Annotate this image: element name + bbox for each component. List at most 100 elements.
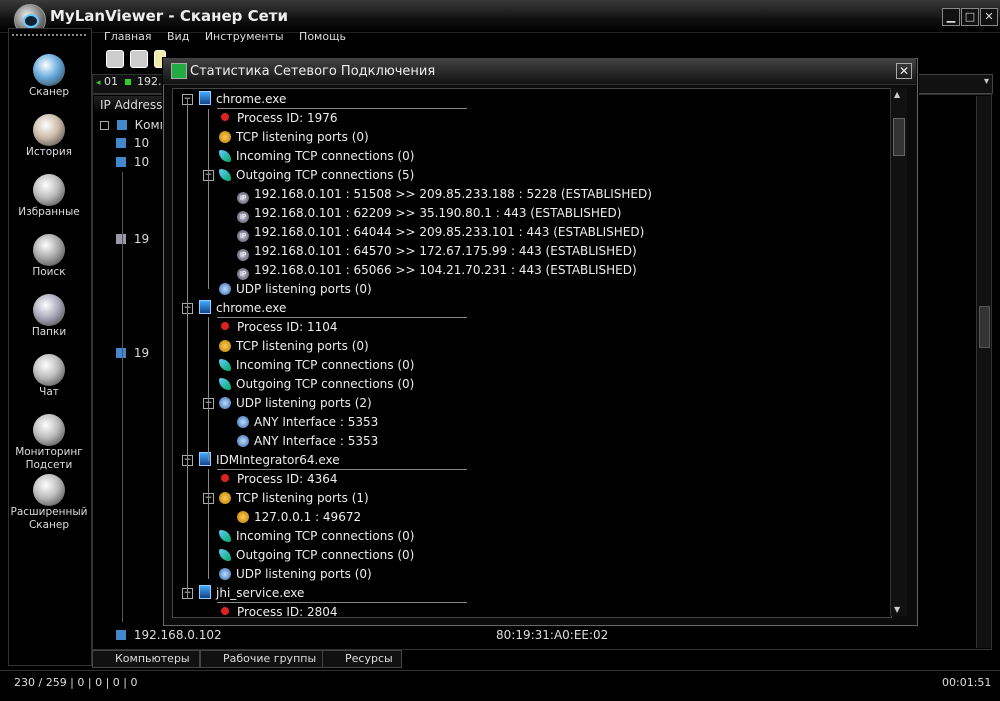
rescan-tool-icon[interactable] — [130, 50, 148, 68]
sidebar-divider — [12, 34, 86, 38]
dialog-close-button[interactable]: ✕ — [896, 63, 912, 79]
tree-item-udpc[interactable]: ANY Interface : 5353 — [237, 432, 378, 450]
chat-icon — [33, 354, 65, 386]
tab-computers[interactable]: Компьютеры — [92, 650, 200, 668]
tree-item-conn[interactable]: IP 192.168.0.101 : 65066 >> 104.21.70.231… — [237, 261, 637, 280]
tree-item-tcp[interactable]: TCP listening ports (1) — [219, 489, 369, 507]
tree-row[interactable]: 19 — [116, 344, 149, 362]
process-id-icon — [221, 322, 229, 330]
sidebar-item-folders[interactable]: Папки — [8, 294, 90, 354]
chevron-down-icon[interactable]: ▾ — [984, 76, 989, 87]
process-id-icon — [221, 474, 229, 482]
udp-port-icon — [237, 435, 249, 447]
tree-row[interactable]: 19 — [116, 230, 149, 248]
sidebar-item-search[interactable]: Поиск — [8, 234, 90, 294]
right-combo[interactable]: ▾ — [916, 74, 993, 94]
tree-item-in[interactable]: Incoming TCP connections (0) — [219, 527, 414, 545]
tree-item-proc[interactable]: IDMIntegrator64.exe — [199, 451, 340, 469]
tree-item-udpc[interactable]: ANY Interface : 5353 — [237, 413, 378, 431]
scroll-thumb[interactable] — [979, 306, 990, 348]
dialog-scrollbar[interactable]: ▲ ▼ — [890, 88, 907, 616]
process-id-icon — [221, 607, 229, 615]
tree-row[interactable]: 10 — [116, 134, 149, 152]
tree-item-in[interactable]: Incoming TCP connections (0) — [219, 356, 414, 374]
process-id-icon — [221, 113, 229, 121]
prev-icon[interactable]: ◂ — [96, 78, 101, 88]
tree-item-pid[interactable]: Process ID: 4364 — [221, 470, 338, 488]
tree-item-conn[interactable]: IP 192.168.0.101 : 64570 >> 172.67.175.99… — [237, 242, 637, 261]
tcp-port-icon — [219, 340, 231, 352]
expand-icon[interactable] — [100, 121, 109, 130]
tree-item-proc[interactable]: chrome.exe — [199, 299, 286, 317]
scroll-down-icon[interactable]: ▼ — [894, 605, 900, 614]
search-icon — [33, 234, 65, 266]
tree-item-in[interactable]: Incoming TCP connections (0) — [219, 147, 414, 165]
tree-item-conn[interactable]: IP 192.168.0.101 : 64044 >> 209.85.233.10… — [237, 223, 645, 242]
scroll-thumb[interactable] — [893, 118, 905, 156]
tree-item-tcp[interactable]: TCP listening ports (0) — [219, 128, 369, 146]
sidebar-item-chat[interactable]: Чат — [8, 354, 90, 414]
sidebar-item-monitoring[interactable]: Мониторинг Подсети — [8, 414, 90, 474]
tree-item-pid[interactable]: Process ID: 2804 — [221, 603, 338, 617]
tree-item-label: 127.0.0.1 : 49672 — [254, 510, 362, 524]
tree-item-tcpc[interactable]: 127.0.0.1 : 49672 — [237, 508, 361, 526]
minimize-button[interactable]: ▁ — [942, 8, 960, 26]
tree-item-label: TCP listening ports (0) — [236, 339, 369, 353]
router-icon — [116, 234, 126, 244]
scroll-up-icon[interactable]: ▲ — [894, 90, 900, 99]
udp-port-icon — [237, 416, 249, 428]
ip-icon: IP — [237, 211, 249, 223]
tree-item-label: Outgoing TCP connections (0) — [236, 377, 415, 391]
mac-address: 80:19:31:A0:EE:02 — [496, 628, 609, 642]
menu-item-tools[interactable]: Инструменты — [205, 30, 284, 43]
tree-item-out[interactable]: Outgoing TCP connections (0) — [219, 375, 414, 393]
process-icon — [199, 300, 211, 314]
sidebar-item-scanner[interactable]: Сканер — [8, 54, 90, 114]
tab-resources[interactable]: Ресурсы — [322, 650, 402, 668]
tree-item-label: Process ID: 1976 — [237, 111, 338, 125]
sidebar-item-label: Папки — [31, 326, 67, 338]
tree-row-bottom-ip[interactable]: 192.168.0.102 — [116, 628, 222, 642]
tree-item-label: Outgoing TCP connections (5) — [236, 168, 415, 182]
scan-tool-icon[interactable] — [106, 50, 124, 68]
tcp-port-icon — [219, 492, 231, 504]
tree-item-proc[interactable]: jhi_service.exe — [199, 584, 304, 602]
tree-item-udp[interactable]: UDP listening ports (0) — [219, 280, 372, 298]
tree-item-out[interactable]: Outgoing TCP connections (0) — [219, 546, 414, 564]
close-button[interactable]: ✕ — [980, 8, 998, 26]
tree-item-udp[interactable]: UDP listening ports (0) — [219, 565, 372, 583]
tree-line — [187, 99, 188, 599]
folders-icon — [33, 294, 65, 326]
tree-item-conn[interactable]: IP 192.168.0.101 : 62209 >> 35.190.80.1 :… — [237, 204, 622, 223]
tree-item-udp[interactable]: UDP listening ports (2) — [219, 394, 372, 412]
tcp-connection-icon — [219, 169, 231, 181]
tree-item-label: 192.168.0.101 : 64044 >> 209.85.233.101 … — [254, 225, 645, 239]
tree-item-pid[interactable]: Process ID: 1104 — [221, 318, 338, 336]
maximize-button[interactable]: □ — [961, 8, 979, 26]
ip-icon: IP — [237, 230, 249, 242]
tree-item-label: Outgoing TCP connections (0) — [236, 548, 415, 562]
tree-item-conn[interactable]: IP 192.168.0.101 : 51508 >> 209.85.233.18… — [237, 185, 652, 204]
udp-port-icon — [219, 568, 231, 580]
status-counts: 230 / 259 | 0 | 0 | 0 | 0 — [14, 676, 138, 689]
menu-item-main[interactable]: Главная — [104, 30, 152, 43]
tree-item-out[interactable]: Outgoing TCP connections (5) — [219, 166, 414, 184]
menu-item-help[interactable]: Помощь — [299, 30, 346, 43]
tree-item-tcp[interactable]: TCP listening ports (0) — [219, 337, 369, 355]
tree-row[interactable]: 10 — [116, 153, 149, 171]
window-title: MyLanViewer - Сканер Сети — [50, 7, 289, 25]
tree-item-proc[interactable]: chrome.exe — [199, 90, 286, 108]
grid-scrollbar[interactable] — [976, 96, 991, 648]
sidebar-item-favorites[interactable]: Избранные — [8, 174, 90, 234]
tree-item-label: ANY Interface : 5353 — [254, 415, 379, 429]
tree-item-label: 192.168.0.101 : 62209 >> 35.190.80.1 : 4… — [254, 206, 622, 220]
tree-item-label: UDP listening ports (2) — [236, 396, 372, 410]
tab-workgroups[interactable]: Рабочие группы — [200, 650, 324, 668]
tree-item-pid[interactable]: Process ID: 1976 — [221, 109, 338, 127]
menu-bar: Главная Вид Инструменты Помощь — [104, 30, 358, 46]
menu-item-view[interactable]: Вид — [167, 30, 189, 43]
sidebar-item-advanced-scanner[interactable]: Расширенный Сканер — [8, 474, 90, 534]
sidebar-item-history[interactable]: История — [8, 114, 90, 174]
tree-item-label: Incoming TCP connections (0) — [236, 529, 415, 543]
process-icon — [199, 452, 211, 466]
